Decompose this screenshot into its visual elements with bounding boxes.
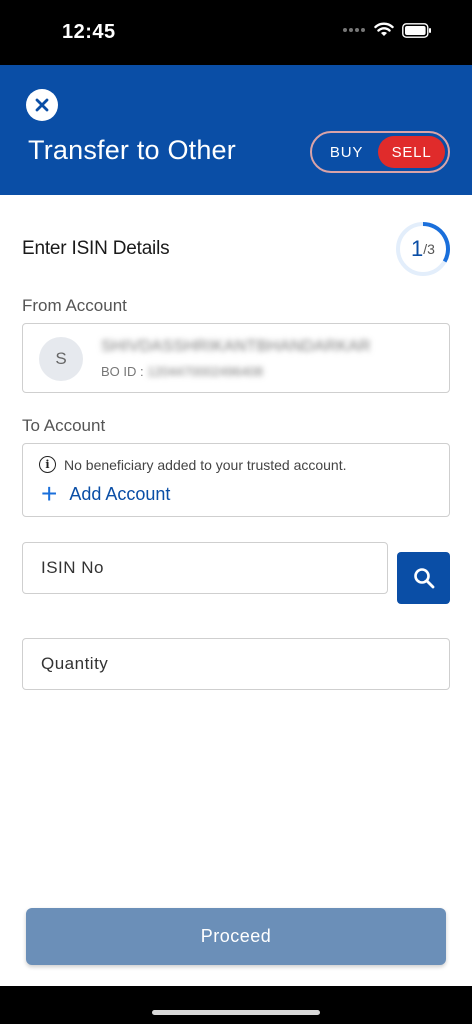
- section-title: Enter ISIN Details: [22, 238, 170, 259]
- main-content: Enter ISIN Details 1 /3 From Account S S…: [0, 195, 472, 986]
- isin-input[interactable]: ISIN No: [22, 542, 388, 594]
- beneficiary-info-text: No beneficiary added to your trusted acc…: [64, 456, 347, 473]
- avatar: S: [39, 337, 83, 381]
- add-account-label: Add Account: [69, 483, 171, 504]
- buy-sell-toggle[interactable]: BUY SELL: [310, 131, 450, 173]
- status-bar: 12:45: [0, 0, 472, 65]
- beneficiary-info: i No beneficiary added to your trusted a…: [39, 456, 347, 473]
- app-header: Transfer to Other BUY SELL: [0, 65, 472, 195]
- step-current: 1: [411, 236, 424, 261]
- step-total: /3: [423, 241, 435, 257]
- step-indicator: 1 /3: [394, 220, 452, 278]
- bottom-bar: [0, 986, 472, 1024]
- to-account-card: i No beneficiary added to your trusted a…: [22, 443, 450, 517]
- buy-option[interactable]: BUY: [315, 144, 378, 161]
- to-account-label: To Account: [22, 416, 106, 435]
- signal-icon: [343, 28, 365, 32]
- home-indicator[interactable]: [152, 1010, 320, 1015]
- from-account-label: From Account: [22, 296, 127, 315]
- page-title: Transfer to Other: [28, 135, 236, 165]
- battery-icon: [402, 22, 431, 38]
- bo-id-value: 1204470002496408: [147, 364, 263, 379]
- account-name: SHIVDASSHRIKANTBHANDARKAR: [101, 338, 371, 355]
- status-icons: [342, 22, 432, 38]
- quantity-input[interactable]: Quantity: [22, 638, 450, 690]
- bo-id-row: BO ID : 1204470002496408: [101, 364, 263, 379]
- step-text: 1 /3: [394, 220, 452, 278]
- from-account-card[interactable]: S SHIVDASSHRIKANTBHANDARKAR BO ID : 1204…: [22, 323, 450, 393]
- wifi-icon: [374, 22, 394, 36]
- status-time: 12:45: [62, 21, 116, 43]
- close-button[interactable]: [26, 89, 58, 121]
- sell-option[interactable]: SELL: [378, 136, 445, 168]
- plus-icon: +: [41, 478, 58, 509]
- isin-placeholder: ISIN No: [41, 558, 105, 577]
- info-icon: i: [39, 456, 56, 473]
- bo-id-label: BO ID :: [101, 364, 144, 379]
- search-icon: [413, 568, 434, 589]
- close-icon: [35, 98, 49, 112]
- isin-search-button[interactable]: [397, 552, 450, 604]
- proceed-button[interactable]: Proceed: [26, 908, 446, 965]
- add-account-button[interactable]: + Add Account: [41, 480, 170, 508]
- quantity-placeholder: Quantity: [41, 654, 109, 673]
